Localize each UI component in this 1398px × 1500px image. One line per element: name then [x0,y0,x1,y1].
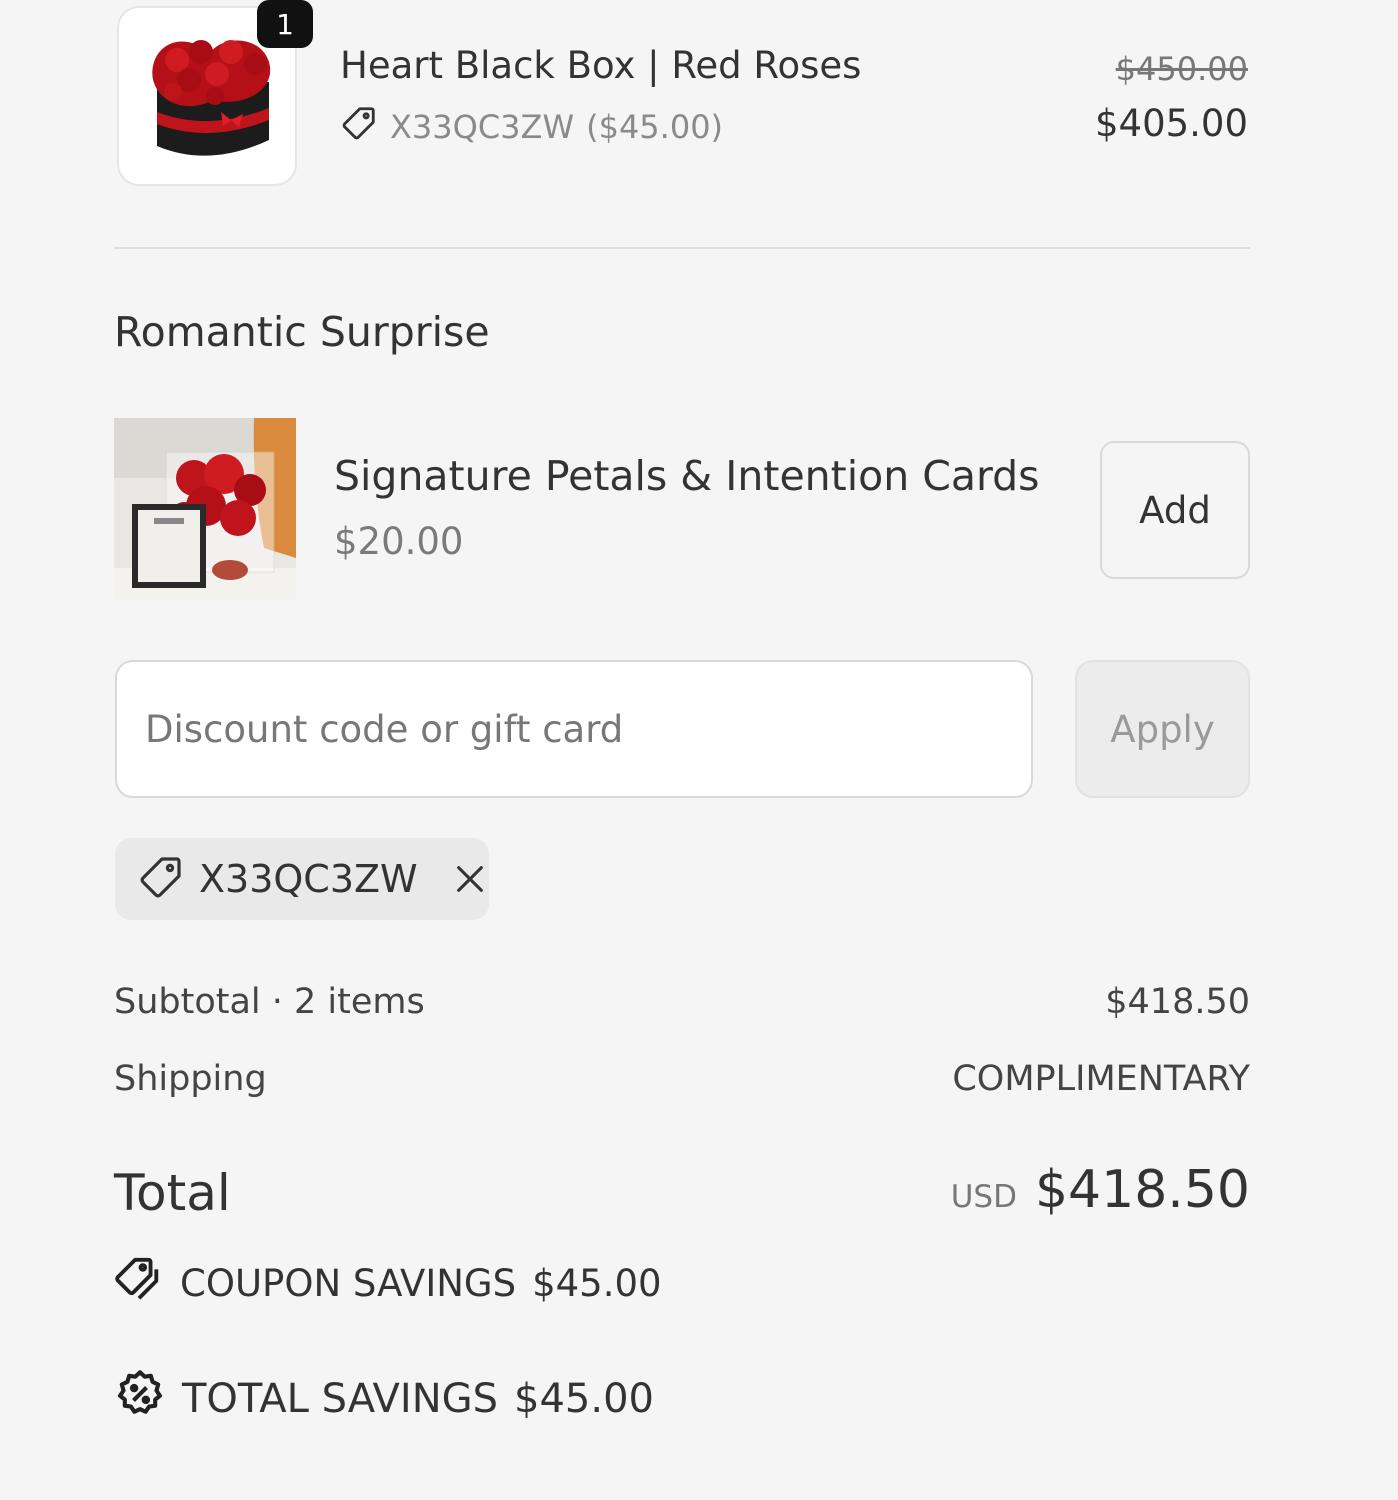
upsell-heading: Romantic Surprise [114,308,490,356]
line-discount-amount: ($45.00) [586,108,724,146]
item-price: $405.00 [1094,102,1248,145]
total-savings-value: $45.00 [514,1376,654,1422]
quantity-badge: 1 [257,0,313,48]
shipping-label: Shipping [114,1059,267,1099]
upsell-product-price: $20.00 [334,520,464,563]
subtotal-label: Subtotal · 2 items [114,982,425,1022]
remove-code-close-icon[interactable] [452,859,489,899]
coupon-savings-value: $45.00 [532,1262,662,1305]
discount-code-input[interactable] [115,660,1033,798]
apply-discount-button[interactable]: Apply [1075,660,1250,798]
applied-code-chip: X33QC3ZW [115,838,489,920]
tag-icon [340,104,378,150]
line-discount: X33QC3ZW ($45.00) [340,104,723,150]
tag-icon [137,853,185,905]
double-tag-icon [114,1254,164,1313]
petals-box-icon [114,418,296,600]
coupon-savings-label: COUPON SAVINGS [180,1262,517,1305]
line-discount-code: X33QC3ZW [390,108,575,146]
total-value-group: USD $418.50 [951,1160,1250,1220]
subtotal-value: $418.50 [1105,982,1250,1022]
upsell-product-image [114,418,296,600]
total-savings: TOTAL SAVINGS $45.00 [114,1368,654,1430]
total-amount: $418.50 [1034,1160,1250,1220]
add-upsell-button[interactable]: Add [1100,441,1250,579]
currency-code: USD [950,1179,1017,1215]
applied-code: X33QC3ZW [199,857,418,901]
coupon-savings: COUPON SAVINGS $45.00 [114,1254,662,1313]
upsell-product-name: Signature Petals & Intention Cards [334,452,1040,500]
original-price: $450.00 [1115,50,1248,88]
shipping-value: COMPLIMENTARY [952,1059,1250,1099]
product-title: Heart Black Box | Red Roses [340,44,862,87]
divider [114,247,1250,249]
total-savings-label: TOTAL SAVINGS [182,1376,499,1422]
total-label: Total [114,1164,231,1222]
discount-badge-icon [114,1368,166,1430]
